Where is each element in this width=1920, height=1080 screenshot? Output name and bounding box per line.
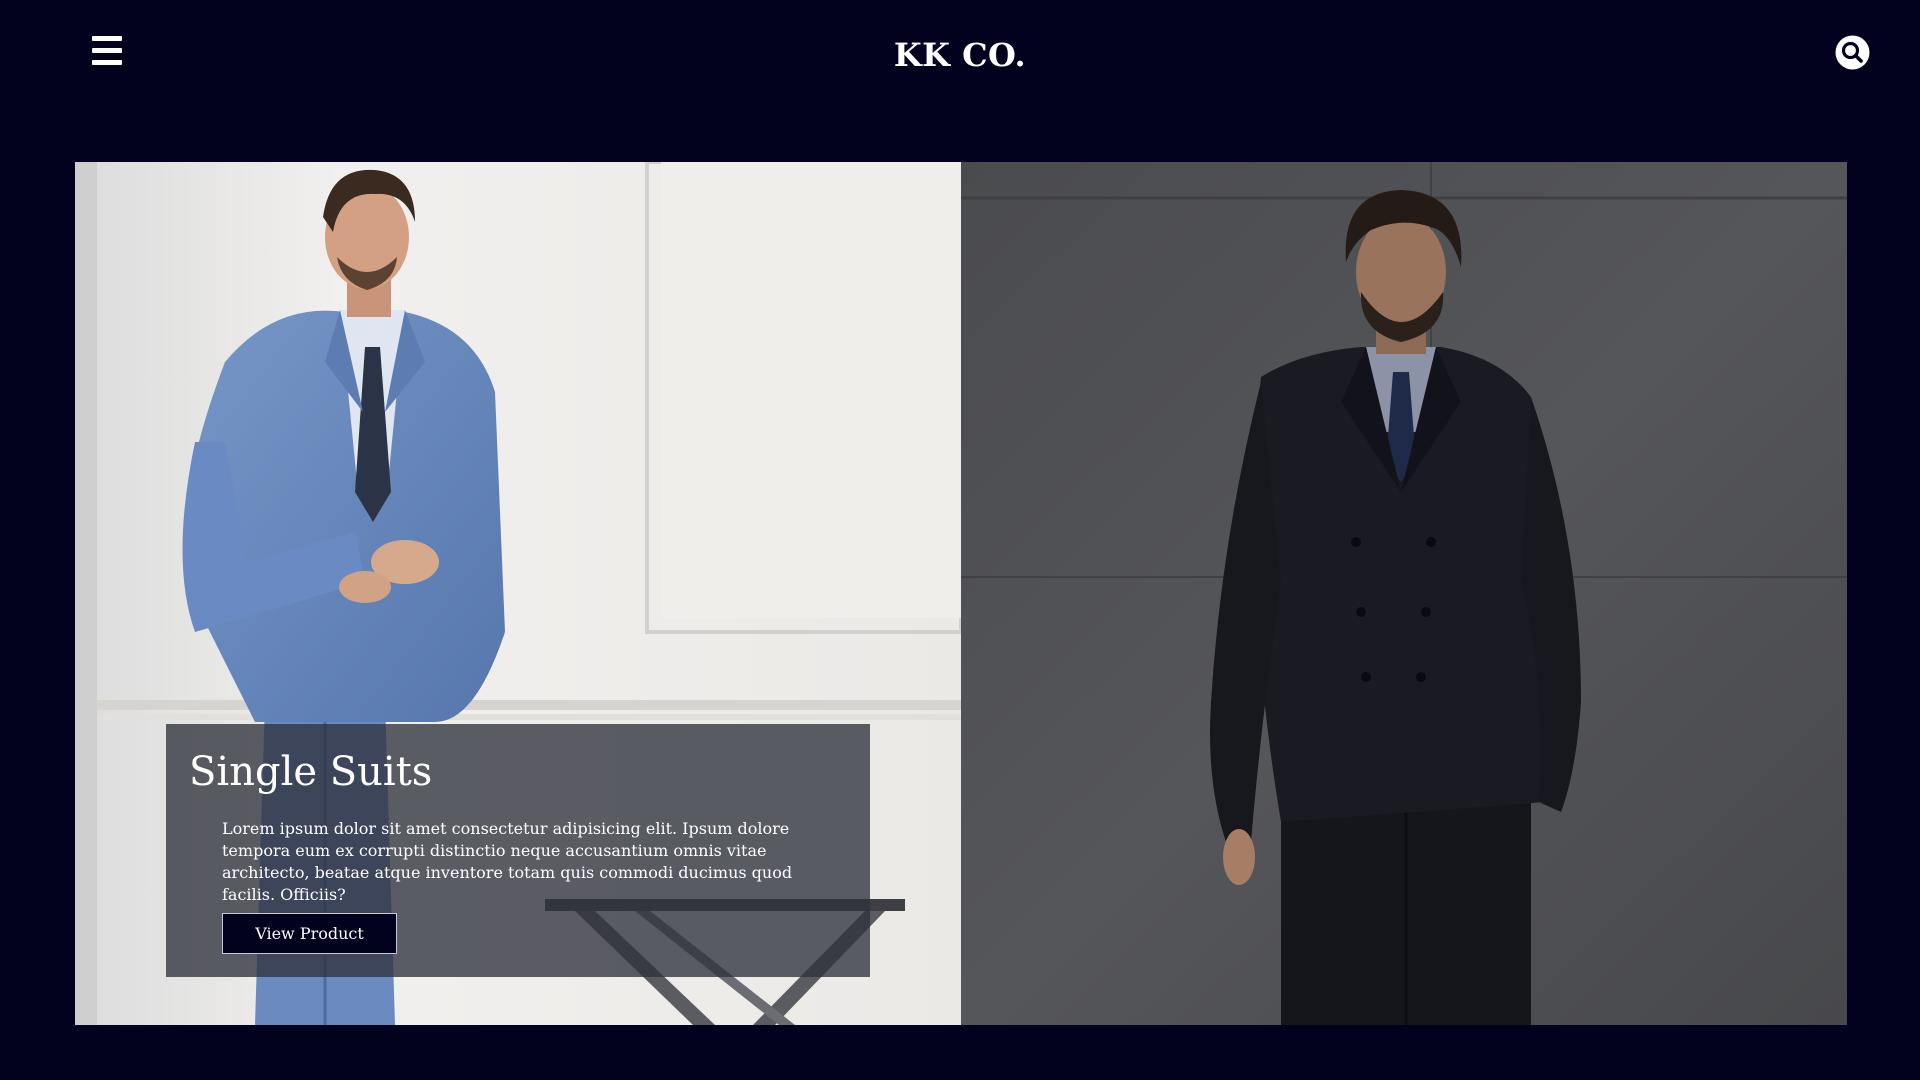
brand-logo: KK CO. (893, 36, 1027, 74)
hamburger-menu-icon[interactable] (92, 36, 124, 70)
product-panel-double-breasted[interactable] (961, 162, 1847, 1025)
view-product-button[interactable]: View Product (222, 913, 397, 954)
product-panel-single-suits[interactable]: Single Suits Lorem ipsum dolor sit amet … (75, 162, 961, 1025)
man-in-dark-double-breasted-suit-photo (961, 162, 1847, 1025)
search-icon[interactable] (1835, 35, 1870, 70)
product-card: Single Suits Lorem ipsum dolor sit amet … (166, 724, 870, 977)
site-header: KK CO. (0, 0, 1920, 110)
hero-gallery: Single Suits Lorem ipsum dolor sit amet … (75, 162, 1847, 1025)
product-description: Lorem ipsum dolor sit amet consectetur a… (222, 819, 793, 904)
product-title: Single Suits (189, 749, 433, 795)
